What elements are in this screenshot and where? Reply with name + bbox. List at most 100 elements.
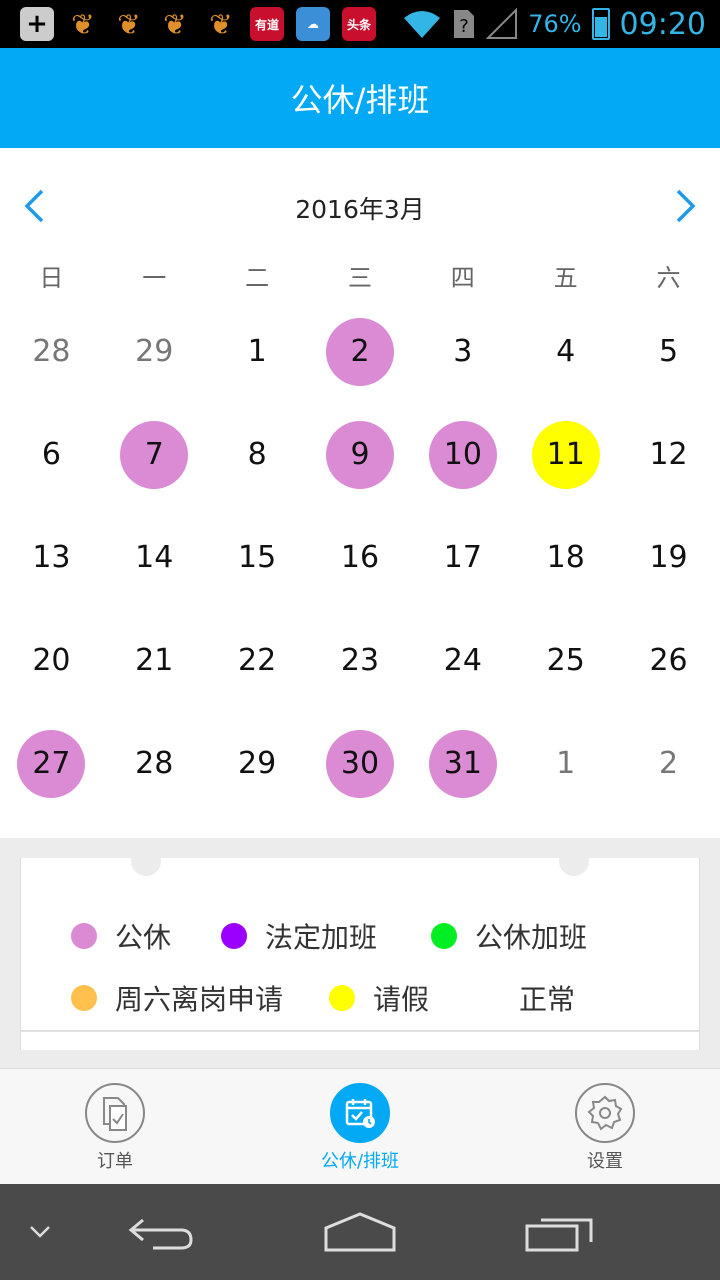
legend-dot: [475, 985, 501, 1011]
battery-percent: 76%: [528, 10, 582, 38]
legend-dot: [71, 985, 97, 1011]
divider: [21, 1030, 699, 1032]
day-cell[interactable]: 10: [411, 403, 514, 506]
battery-icon: [591, 8, 610, 40]
weekday-label: 日: [39, 264, 64, 292]
day-cell[interactable]: 26: [617, 609, 720, 712]
day-number: 30: [325, 729, 394, 798]
day-number: 28: [32, 334, 71, 369]
day-cell[interactable]: 19: [617, 506, 720, 609]
day-cell[interactable]: 1: [514, 712, 617, 815]
uc-squirrel-icon: ❦: [71, 7, 95, 41]
back-button[interactable]: [120, 1184, 200, 1280]
day-number: 12: [649, 437, 688, 472]
day-number: 20: [32, 643, 71, 678]
day-cell[interactable]: 31: [411, 712, 514, 815]
day-cell[interactable]: 3: [411, 300, 514, 403]
bottom-tab-bar: 订单 公休/排班 设置: [0, 1068, 720, 1184]
day-number: 15: [238, 540, 277, 575]
tab-schedule[interactable]: 公休/排班: [280, 1083, 440, 1173]
day-number: 11: [531, 420, 600, 489]
legend-item-saturday-leave: 周六离岗申请: [71, 978, 329, 1018]
day-cell[interactable]: 29: [103, 300, 206, 403]
cloud-icon: ☁: [296, 7, 330, 41]
legend-dot: [221, 923, 247, 949]
day-cell[interactable]: 2: [309, 300, 412, 403]
weekday-label: 一: [142, 264, 167, 292]
day-cell[interactable]: 23: [309, 609, 412, 712]
status-bar: + ❦ ❦ ❦ ❦ 有道 ☁ 头条 ? 76% 09:20: [0, 0, 720, 48]
day-cell[interactable]: 21: [103, 609, 206, 712]
day-cell[interactable]: 28: [103, 712, 206, 815]
plus-icon: +: [20, 7, 54, 41]
day-cell[interactable]: 13: [0, 506, 103, 609]
tab-orders[interactable]: 订单: [35, 1083, 195, 1173]
month-label: 2016年3月: [295, 195, 425, 224]
day-cell[interactable]: 2: [617, 712, 720, 815]
legend-row: 公休 法定加班 公休加班: [71, 916, 587, 956]
day-number: 13: [32, 540, 71, 575]
day-cell[interactable]: 5: [617, 300, 720, 403]
tab-label: 公休/排班: [320, 1151, 400, 1172]
day-number: 27: [17, 729, 86, 798]
day-cell[interactable]: 25: [514, 609, 617, 712]
day-number: 10: [428, 420, 497, 489]
day-number: 9: [325, 420, 394, 489]
legend-label: 公休加班: [475, 921, 588, 954]
legend-item-normal: 正常: [475, 978, 575, 1018]
day-number: 4: [556, 334, 576, 369]
tab-label: 设置: [587, 1151, 623, 1172]
day-number: 22: [238, 643, 277, 678]
legend-item-gongxiu: 公休: [71, 916, 221, 956]
day-cell[interactable]: 1: [206, 300, 309, 403]
clock: 09:20: [619, 6, 706, 42]
day-number: 14: [135, 540, 174, 575]
recent-apps-button[interactable]: [520, 1184, 600, 1280]
wifi-icon: [404, 11, 441, 38]
day-cell[interactable]: 11: [514, 403, 617, 506]
day-number: 7: [120, 420, 189, 489]
tab-settings[interactable]: 设置: [525, 1083, 685, 1173]
day-number: 16: [340, 540, 380, 575]
day-number: 8: [247, 437, 267, 472]
svg-text:?: ?: [459, 16, 469, 37]
day-cell[interactable]: 22: [206, 609, 309, 712]
day-cell[interactable]: 24: [411, 609, 514, 712]
day-number: 2: [659, 746, 679, 781]
weekday-label: 二: [245, 264, 270, 292]
day-cell[interactable]: 9: [309, 403, 412, 506]
day-cell[interactable]: 15: [206, 506, 309, 609]
day-cell[interactable]: 8: [206, 403, 309, 506]
legend-panel: 公休 法定加班 公休加班 周六离岗申请 请假 正常: [0, 838, 720, 1070]
home-button[interactable]: [320, 1184, 400, 1280]
day-cell[interactable]: 17: [411, 506, 514, 609]
hide-nav-button[interactable]: [20, 1184, 60, 1280]
calendar-grid: 28 29 1 2 3 4 5 6 7 8 9 10 11 12 13 14 15 16 17 18 19 20 21 22 2…: [0, 300, 720, 820]
chevron-right-icon: [676, 189, 696, 223]
day-cell[interactable]: 6: [0, 403, 103, 506]
day-cell[interactable]: 14: [103, 506, 206, 609]
legend-item-rest-overtime: 公休加班: [431, 916, 587, 956]
day-cell[interactable]: 28: [0, 300, 103, 403]
day-number: 5: [659, 334, 679, 369]
next-month-button[interactable]: [666, 186, 706, 226]
uc-squirrel-icon: ❦: [209, 7, 233, 41]
day-cell[interactable]: 30: [309, 712, 412, 815]
day-cell[interactable]: 7: [103, 403, 206, 506]
day-cell[interactable]: 27: [0, 712, 103, 815]
legend-label: 正常: [519, 983, 576, 1016]
day-cell[interactable]: 18: [514, 506, 617, 609]
weekday-label: 六: [656, 264, 681, 292]
day-number: 28: [135, 746, 174, 781]
day-cell[interactable]: 20: [0, 609, 103, 712]
day-cell[interactable]: 29: [206, 712, 309, 815]
day-cell[interactable]: 12: [617, 403, 720, 506]
day-cell[interactable]: 16: [309, 506, 412, 609]
weekday-label: 四: [450, 264, 475, 292]
day-number: 29: [238, 746, 277, 781]
card-notch: [131, 846, 161, 876]
day-cell[interactable]: 4: [514, 300, 617, 403]
weekday-label: 三: [347, 264, 372, 292]
legend-dot: [329, 985, 355, 1011]
home-icon: [324, 1212, 396, 1252]
